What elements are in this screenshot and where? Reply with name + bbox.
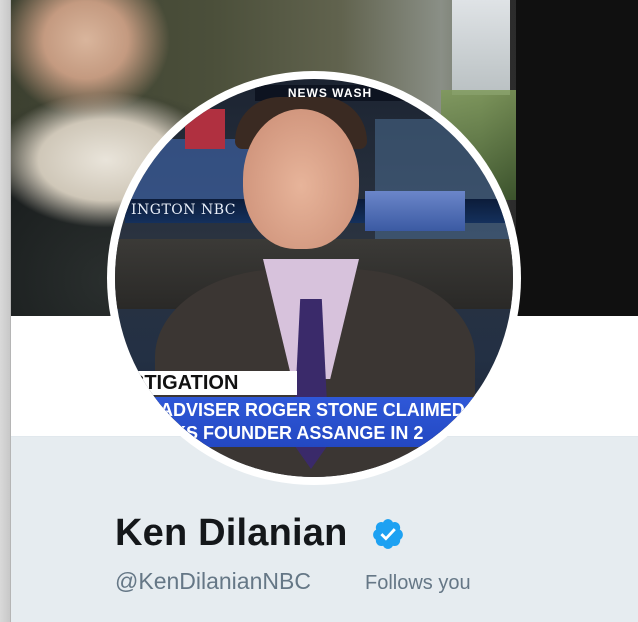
window-left-edge: [0, 0, 11, 622]
studio-ticker-text: INGTON NBC: [131, 202, 236, 218]
person-face: [243, 109, 359, 249]
banner-window: [452, 0, 510, 95]
banner-dark-area: [516, 0, 638, 316]
studio-screen-red: [185, 109, 225, 149]
chyron-line-2: LEAKS FOUNDER ASSANGE IN 2: [137, 423, 424, 443]
profile-screen-name[interactable]: @KenDilanianNBC: [115, 568, 311, 595]
verified-badge-icon: [373, 519, 403, 549]
profile-avatar[interactable]: NEWS WASH INGTON NBC STIGATION MP ADVISE…: [107, 71, 521, 485]
chyron-label: STIGATION: [115, 371, 297, 395]
profile-display-name[interactable]: Ken Dilanian: [115, 512, 348, 555]
avatar-photo: NEWS WASH INGTON NBC STIGATION MP ADVISE…: [115, 79, 513, 477]
chyron-line-1: MP ADVISER ROGER STONE CLAIMED: [129, 400, 465, 420]
studio-ticker-light: [365, 191, 465, 231]
follows-you-label: Follows you: [365, 572, 471, 594]
